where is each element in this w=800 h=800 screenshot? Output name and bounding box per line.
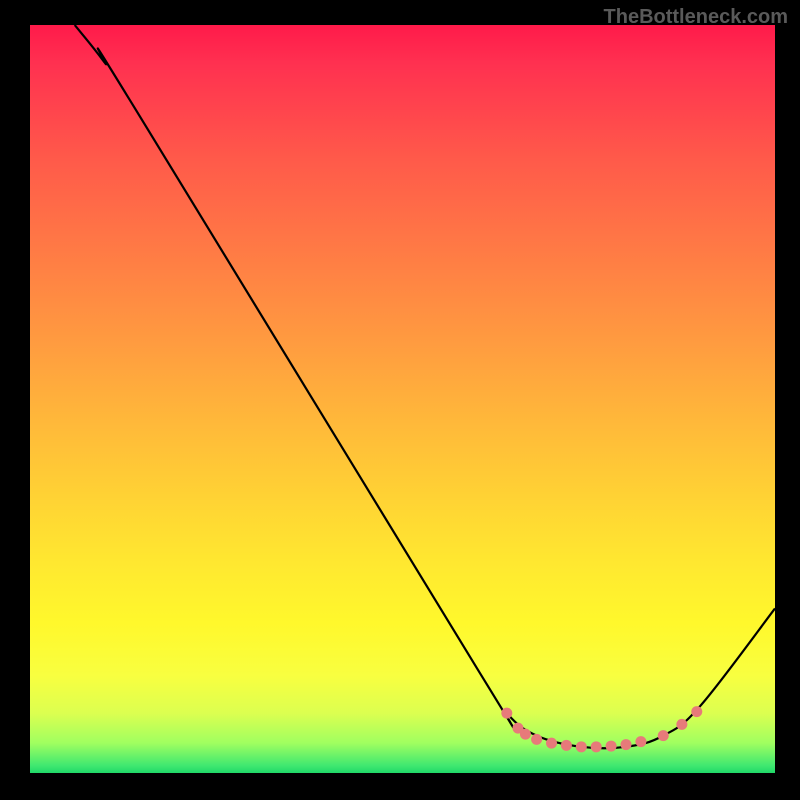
watermark-text: TheBottleneck.com (604, 6, 788, 29)
chart-container: TheBottleneck.com (0, 0, 800, 800)
data-dot (691, 706, 702, 717)
curve-line (75, 25, 775, 748)
data-dot (621, 739, 632, 750)
data-dot (501, 708, 512, 719)
data-dot (546, 738, 557, 749)
data-dot (635, 736, 646, 747)
data-dot (658, 730, 669, 741)
data-dot (576, 741, 587, 752)
bottleneck-curve (30, 25, 775, 773)
curve-dots (501, 706, 702, 752)
data-dot (561, 740, 572, 751)
data-dot (520, 729, 531, 740)
data-dot (531, 734, 542, 745)
data-dot (676, 719, 687, 730)
data-dot (606, 741, 617, 752)
data-dot (591, 741, 602, 752)
